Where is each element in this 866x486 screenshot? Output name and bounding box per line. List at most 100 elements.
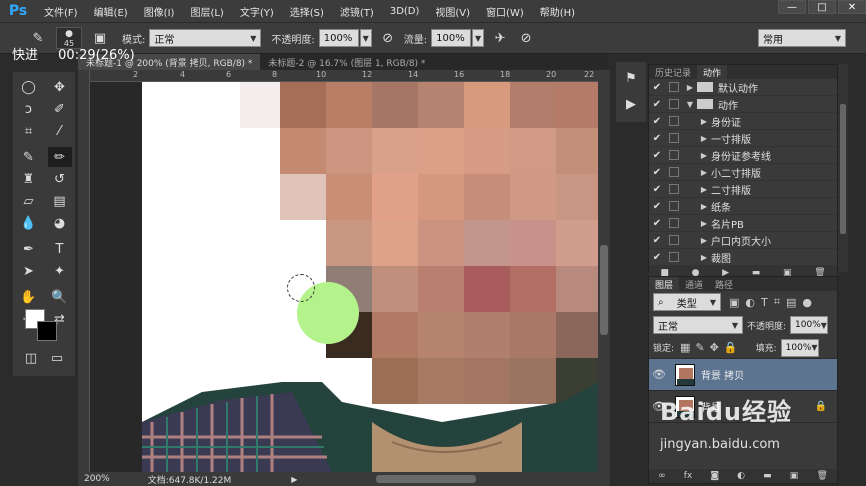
action-row[interactable]: ✔ ▶ 一寸排版 [649,130,837,147]
expand-icon[interactable]: ▶ [697,236,711,245]
dialog-toggle[interactable] [669,201,679,211]
flow-field[interactable]: 100% [431,29,472,47]
expand-icon[interactable]: ▶ [697,168,711,177]
new-layer-icon[interactable]: ▣ [790,471,799,481]
flow-dropdown[interactable]: ▼ [472,29,485,47]
check-icon[interactable]: ✔ [649,201,665,212]
menu-item-help[interactable]: 帮助(H) [532,4,583,19]
link-icon[interactable]: ∞ [658,471,666,481]
dialog-toggle[interactable] [669,150,679,160]
status-menu-arrow-icon[interactable]: ▶ [291,475,297,484]
tab-layers[interactable]: 图层 [649,277,680,291]
layer-name[interactable]: 背景 拷贝 [701,367,744,382]
filter-image-icon[interactable]: ▣ [729,296,739,309]
expand-icon[interactable]: ▶ [697,185,711,194]
action-row[interactable]: ✔ ▶ 默认动作 [649,79,837,96]
shape-tool-icon[interactable]: ✦ [48,261,72,281]
pressure-opacity-icon[interactable]: ⊘ [378,28,398,48]
dialog-toggle[interactable] [669,99,679,109]
lock-transparent-icon[interactable]: ▦ [680,341,690,354]
action-row[interactable]: ✔ ▶ 名片PB [649,215,837,232]
adjustment-icon[interactable]: ◐ [737,471,745,481]
path-select-tool-icon[interactable]: ➤ [17,261,41,281]
vertical-scroll-thumb[interactable] [600,245,608,335]
background-color-swatch[interactable] [37,321,57,341]
menu-item-select[interactable]: 选择(S) [282,4,332,19]
action-row[interactable]: ✔ ▶ 小二寸排版 [649,164,837,181]
menu-item-image[interactable]: 图像(I) [136,4,183,19]
mask-icon[interactable]: ◙ [710,471,719,481]
lock-all-icon[interactable]: 🔒 [724,341,738,354]
layer-filter-dropdown[interactable]: ⌕ 类型 ▼ [653,293,721,311]
screen-mode-icon[interactable]: ▭ [45,348,69,368]
check-icon[interactable]: ✔ [649,167,665,178]
fill-field[interactable]: 100% ▼ [780,338,819,357]
zoom-tool-icon[interactable]: 🔍 [48,287,72,307]
dialog-toggle[interactable] [669,235,679,245]
filter-toggle-icon[interactable]: ● [802,296,812,309]
delete-layer-icon[interactable]: 🗑 [816,471,827,481]
move-tool-icon[interactable]: ✥ [48,77,72,97]
airbrush-icon[interactable]: ✈ [490,28,510,48]
check-icon[interactable]: ✔ [649,116,665,127]
opacity-dropdown[interactable]: ▼ [359,29,372,47]
horizontal-scroll-thumb[interactable] [376,475,476,483]
dodge-tool-icon[interactable]: ◕ [48,213,72,233]
action-row[interactable]: ✔ ▶ 裁图 [649,249,837,266]
blur-tool-icon[interactable]: 💧 [17,213,41,233]
expand-icon[interactable]: ▶ [697,134,711,143]
expand-icon[interactable]: ▶ [697,253,711,262]
eraser-tool-icon[interactable]: ▱ [17,191,41,211]
zoom-level[interactable]: 200% [84,474,110,484]
menu-item-layer[interactable]: 图层(L) [182,4,231,19]
lasso-tool-icon[interactable]: ↄ [17,99,41,119]
eyedropper-tool-icon[interactable]: ⁄ [48,121,72,141]
tab-paths[interactable]: 路径 [709,277,739,291]
tab-history[interactable]: 历史记录 [649,65,697,79]
action-row[interactable]: ✔ ▶ 二寸排版 [649,181,837,198]
collapse-icon[interactable]: ▼ [683,100,697,109]
mode-dropdown[interactable]: 正常 ▼ [149,29,262,47]
check-icon[interactable]: ✔ [649,99,665,110]
lock-pixels-icon[interactable]: ✎ [695,341,704,354]
menu-item-filter[interactable]: 滤镜(T) [332,4,382,19]
pressure-size-icon[interactable]: ⊘ [516,28,536,48]
gradient-tool-icon[interactable]: ▤ [48,191,72,211]
group-icon[interactable]: ▬ [763,471,772,481]
vertical-scrollbar[interactable] [598,70,610,472]
check-icon[interactable]: ✔ [649,82,665,93]
minimize-button[interactable]: — [778,0,806,14]
canvas-area[interactable] [90,82,598,472]
hand-tool-icon[interactable]: ✋ [17,287,41,307]
action-row[interactable]: ✔ ▶ 身份证 [649,113,837,130]
fx-icon[interactable]: fx [684,471,693,481]
action-row[interactable]: ✔ ▼ 动作 [649,96,837,113]
dialog-toggle[interactable] [669,82,679,92]
expand-icon[interactable]: ▶ [697,219,711,228]
maximize-button[interactable]: □ [808,0,836,14]
actions-scrollbar[interactable] [838,64,848,272]
tab-channels[interactable]: 通道 [679,277,709,291]
filter-type-icon[interactable]: T [761,296,768,309]
close-button[interactable]: ✕ [838,0,866,14]
dialog-toggle[interactable] [669,116,679,126]
filter-shape-icon[interactable]: ⌗ [774,295,780,309]
check-icon[interactable]: ✔ [649,235,665,246]
menu-item-file[interactable]: 文件(F) [36,4,86,19]
marquee-tool-icon[interactable]: ◯ [17,77,41,97]
history-panel-icon[interactable]: ⚑ [621,68,641,88]
dialog-toggle[interactable] [669,184,679,194]
expand-icon[interactable]: ▶ [697,151,711,160]
check-icon[interactable]: ✔ [649,252,665,263]
opacity-field[interactable]: 100% [318,29,359,47]
check-icon[interactable]: ✔ [649,184,665,195]
brush-tool-icon[interactable]: ✏ [47,147,72,167]
crop-tool-icon[interactable]: ⌗ [17,121,41,141]
action-row[interactable]: ✔ ▶ 户口内页大小 [649,232,837,249]
actions-scroll-thumb[interactable] [840,104,846,234]
dialog-toggle[interactable] [669,167,679,177]
menu-item-edit[interactable]: 编辑(E) [86,4,136,19]
doc-tab-2[interactable]: 未标题-2 @ 16.7% (图层 1, RGB/8) * [260,54,433,70]
dialog-toggle[interactable] [669,252,679,262]
photo-canvas[interactable] [142,82,598,472]
